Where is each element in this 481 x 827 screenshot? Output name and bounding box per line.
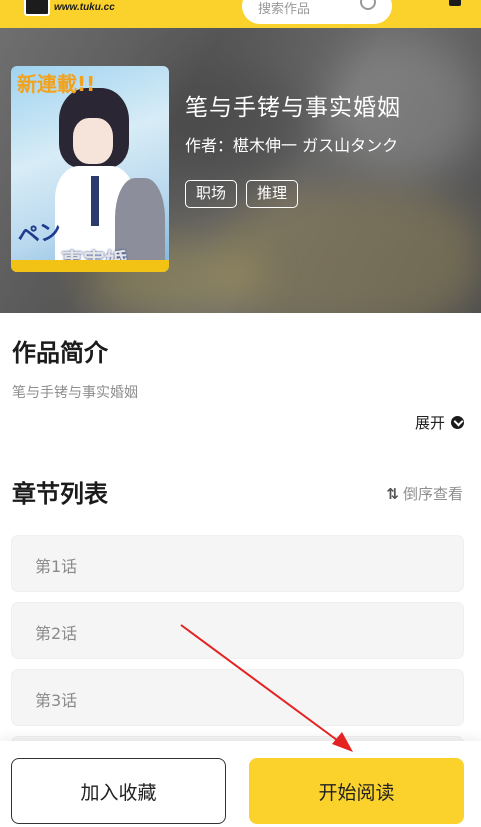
- expand-button[interactable]: 展开: [415, 412, 464, 433]
- tag-workplace[interactable]: 职场: [185, 180, 238, 208]
- intro-text: 笔与手铐与事实婚姻: [12, 385, 138, 401]
- bottom-action-bar: 加入收藏 开始阅读: [0, 741, 481, 827]
- expand-label: 展开: [414, 414, 445, 432]
- comic-tags: 职场 推理: [185, 180, 299, 208]
- reverse-order-button[interactable]: ⇅ 倒序查看: [386, 483, 463, 504]
- add-to-favorites-button[interactable]: 加入收藏: [11, 758, 226, 824]
- tag-mystery[interactable]: 推理: [246, 180, 299, 208]
- cover-banner-text: 新連載!!: [17, 72, 96, 96]
- chapter-list-heading: 章节列表: [12, 480, 108, 508]
- cover-stripe: [11, 260, 169, 272]
- top-bar: www.tuku.cc 搜索作品: [0, 0, 481, 28]
- menu-icon[interactable]: [449, 0, 461, 6]
- chapter-label: 第1话: [35, 557, 78, 576]
- comic-author[interactable]: 作者：椹木伸一 ガス山タンク: [185, 132, 475, 156]
- chapter-label: 第3话: [35, 691, 78, 710]
- cover-character-face: [73, 118, 113, 164]
- search-placeholder: 搜索作品: [258, 2, 311, 17]
- site-logo[interactable]: www.tuku.cc: [24, 0, 124, 24]
- comic-info: 笔与手铐与事实婚姻 作者：椹木伸一 ガス山タンク: [185, 88, 475, 156]
- logo-badge-icon: [24, 0, 50, 16]
- search-input[interactable]: 搜索作品: [242, 0, 392, 24]
- chapter-item[interactable]: 第3话: [11, 669, 464, 726]
- chapter-item[interactable]: 第2话: [11, 602, 464, 659]
- reverse-order-label: 倒序查看: [402, 485, 463, 503]
- search-icon: [360, 0, 376, 10]
- comic-title: 笔与手铐与事实婚姻: [185, 95, 401, 121]
- comic-cover-image[interactable]: 新連載!! ペン 事実婚: [11, 66, 169, 272]
- logo-url: www.tuku.cc: [54, 2, 115, 13]
- intro-heading: 作品简介: [12, 339, 108, 367]
- chapter-item[interactable]: 第1话: [11, 535, 464, 592]
- chapter-label: 第2话: [35, 624, 78, 643]
- start-reading-button[interactable]: 开始阅读: [249, 758, 464, 824]
- cover-character-tie: [91, 176, 99, 226]
- sort-arrows-icon: ⇅: [386, 484, 399, 503]
- chevron-down-icon: [451, 416, 464, 429]
- cover-title-text: ペン: [15, 219, 63, 250]
